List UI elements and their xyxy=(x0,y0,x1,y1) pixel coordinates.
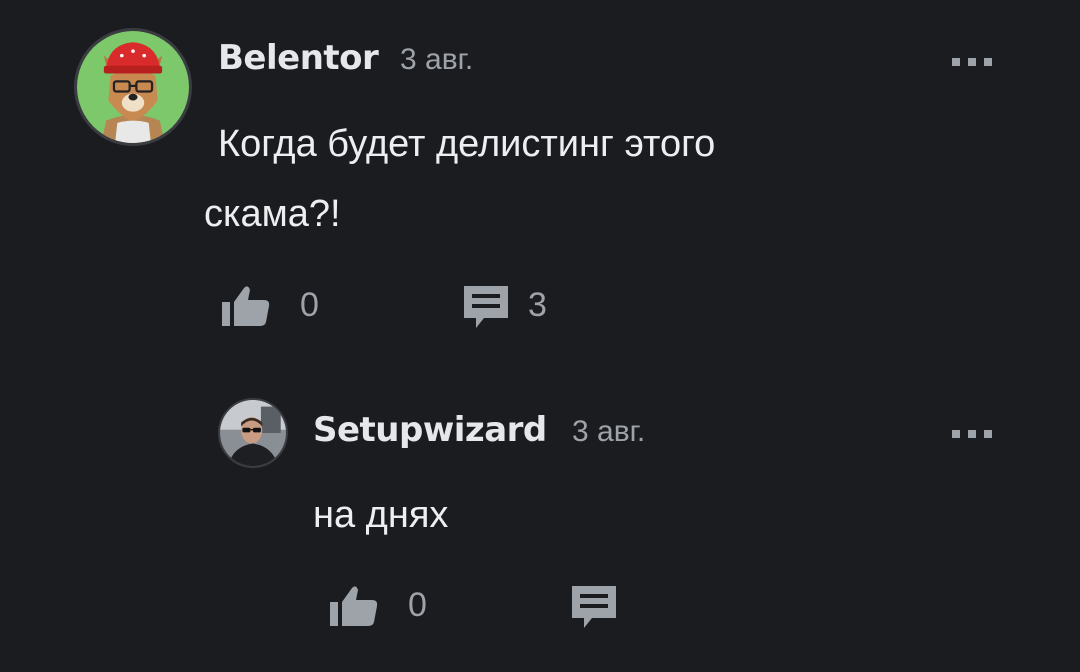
comment-text-line-2: скама?! xyxy=(204,193,341,235)
dot-icon xyxy=(952,430,960,438)
comment-author[interactable]: Setupwizard xyxy=(313,410,547,450)
like-button[interactable] xyxy=(330,584,378,628)
comment-date: 3 авг. xyxy=(400,43,474,76)
more-options-button[interactable] xyxy=(952,56,992,68)
reply-button[interactable] xyxy=(462,284,510,332)
reply-count: 3 xyxy=(528,286,547,324)
comment-author[interactable]: Belentor xyxy=(218,38,379,78)
avatar-belentor[interactable] xyxy=(74,28,192,146)
like-count: 0 xyxy=(300,286,319,324)
comment-date: 3 авг. xyxy=(572,415,646,448)
dot-icon xyxy=(984,58,992,66)
dot-icon xyxy=(952,58,960,66)
reply-button[interactable] xyxy=(570,584,618,632)
wolf-in-red-hat-avatar xyxy=(77,31,189,143)
comment-icon xyxy=(572,586,616,628)
like-count: 0 xyxy=(408,586,427,624)
comment-thread: Belentor 3 авг. Когда будет делистинг эт… xyxy=(0,0,1080,672)
thumbs-up-icon xyxy=(330,586,378,626)
dot-icon xyxy=(984,430,992,438)
thumbs-up-icon xyxy=(222,286,270,326)
more-options-button[interactable] xyxy=(952,428,992,440)
dot-icon xyxy=(968,430,976,438)
comment-text-line-1: Когда будет делистинг этого xyxy=(218,123,716,165)
dot-icon xyxy=(968,58,976,66)
like-button[interactable] xyxy=(222,284,270,328)
comment-text-line-1: на днях xyxy=(313,494,449,536)
man-with-sunglasses-avatar xyxy=(220,400,286,466)
avatar-setupwizard[interactable] xyxy=(218,398,288,468)
comment-icon xyxy=(464,286,508,328)
